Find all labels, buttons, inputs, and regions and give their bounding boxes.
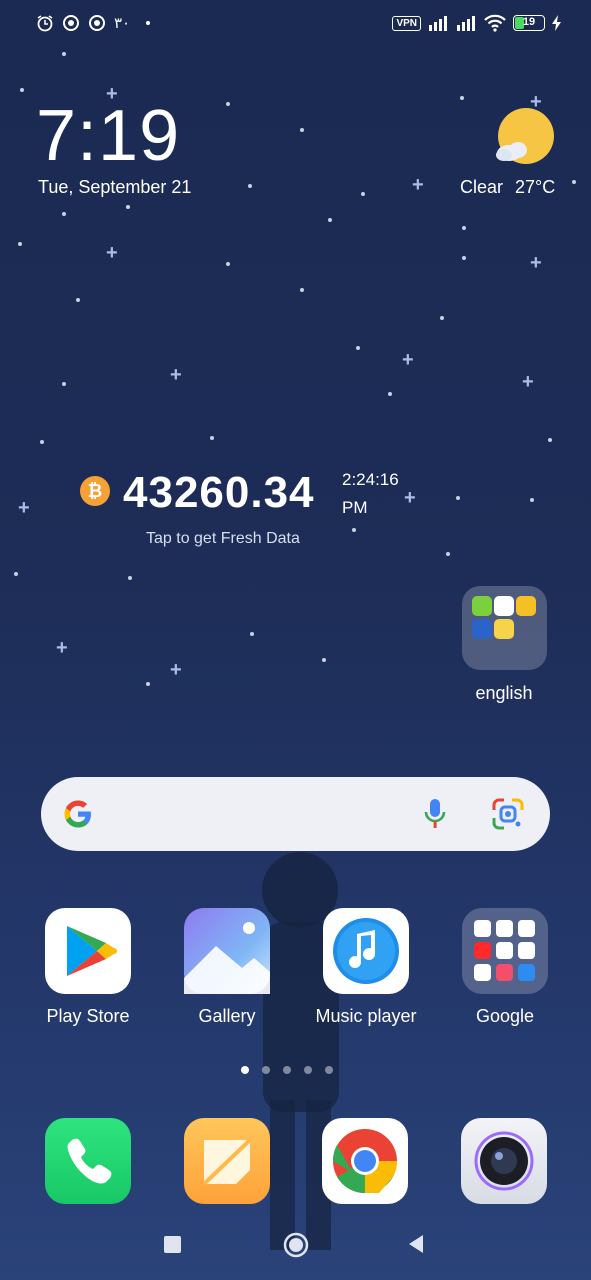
english-folder[interactable] <box>462 586 547 670</box>
app-label: Gallery <box>198 1006 256 1026</box>
page-indicator[interactable] <box>241 1066 333 1074</box>
weather-condition: Clear <box>460 177 504 197</box>
duolingo-icon <box>472 596 492 616</box>
gallery-icon[interactable] <box>184 908 270 994</box>
google-search-bar[interactable] <box>41 777 550 851</box>
app-label: Play Store <box>46 1006 130 1026</box>
clock-date[interactable]: Tue, September 21 <box>38 177 191 198</box>
mic-icon[interactable] <box>422 797 448 831</box>
phone-icon[interactable] <box>45 1118 131 1204</box>
signal-icon <box>429 16 447 31</box>
btc-update-time: 2:24:16 PM <box>342 466 399 522</box>
app-icon <box>494 596 514 616</box>
charging-icon <box>552 15 561 31</box>
weather-text[interactable]: Clear 27°C <box>460 177 555 198</box>
data-saver-icon <box>63 15 79 31</box>
recents-button[interactable] <box>164 1236 181 1253</box>
sun-cloud-icon[interactable] <box>494 108 556 170</box>
camera-icon[interactable] <box>461 1118 547 1204</box>
status-bar: ٣٠ VPN 19 <box>0 0 591 52</box>
signal-icon <box>457 16 475 31</box>
app-icon <box>472 619 492 639</box>
app-label: Google <box>475 1006 535 1026</box>
vpn-icon: VPN <box>392 15 421 31</box>
chrome-icon[interactable] <box>322 1118 408 1204</box>
status-arabic-text: ٣٠ <box>114 15 131 32</box>
google-icon[interactable] <box>60 796 96 832</box>
page-dot[interactable] <box>283 1066 291 1074</box>
play-store-icon[interactable] <box>45 908 131 994</box>
page-dot[interactable] <box>262 1066 270 1074</box>
weather-temperature: 27°C <box>515 177 556 197</box>
app-label: Music player <box>315 1006 417 1026</box>
notes-icon[interactable] <box>184 1118 270 1204</box>
lens-icon[interactable] <box>491 797 525 831</box>
google-folder-icon[interactable] <box>462 908 548 994</box>
app-icon <box>516 596 536 616</box>
alarm-icon <box>37 15 53 32</box>
bitcoin-icon[interactable]: ₿ <box>80 476 110 506</box>
btc-price[interactable]: 43260.34 <box>123 468 315 518</box>
btc-time: 2:24:16 <box>342 470 399 489</box>
data-saver-icon <box>89 15 105 31</box>
memrise-icon <box>494 619 514 639</box>
folder-label: english <box>475 683 533 703</box>
page-dot[interactable] <box>304 1066 312 1074</box>
battery-icon: 19 <box>513 15 545 31</box>
music-player-icon[interactable] <box>323 908 409 994</box>
page-dot[interactable] <box>325 1066 333 1074</box>
dot-icon <box>146 21 151 25</box>
back-button[interactable] <box>405 1233 427 1255</box>
btc-ampm: PM <box>342 498 368 517</box>
btc-refresh-hint[interactable]: Tap to get Fresh Data <box>146 530 300 548</box>
page-dot[interactable] <box>241 1066 249 1074</box>
home-button[interactable] <box>282 1231 310 1259</box>
wifi-icon <box>484 14 506 32</box>
clock-time[interactable]: 7:19 <box>36 96 180 176</box>
